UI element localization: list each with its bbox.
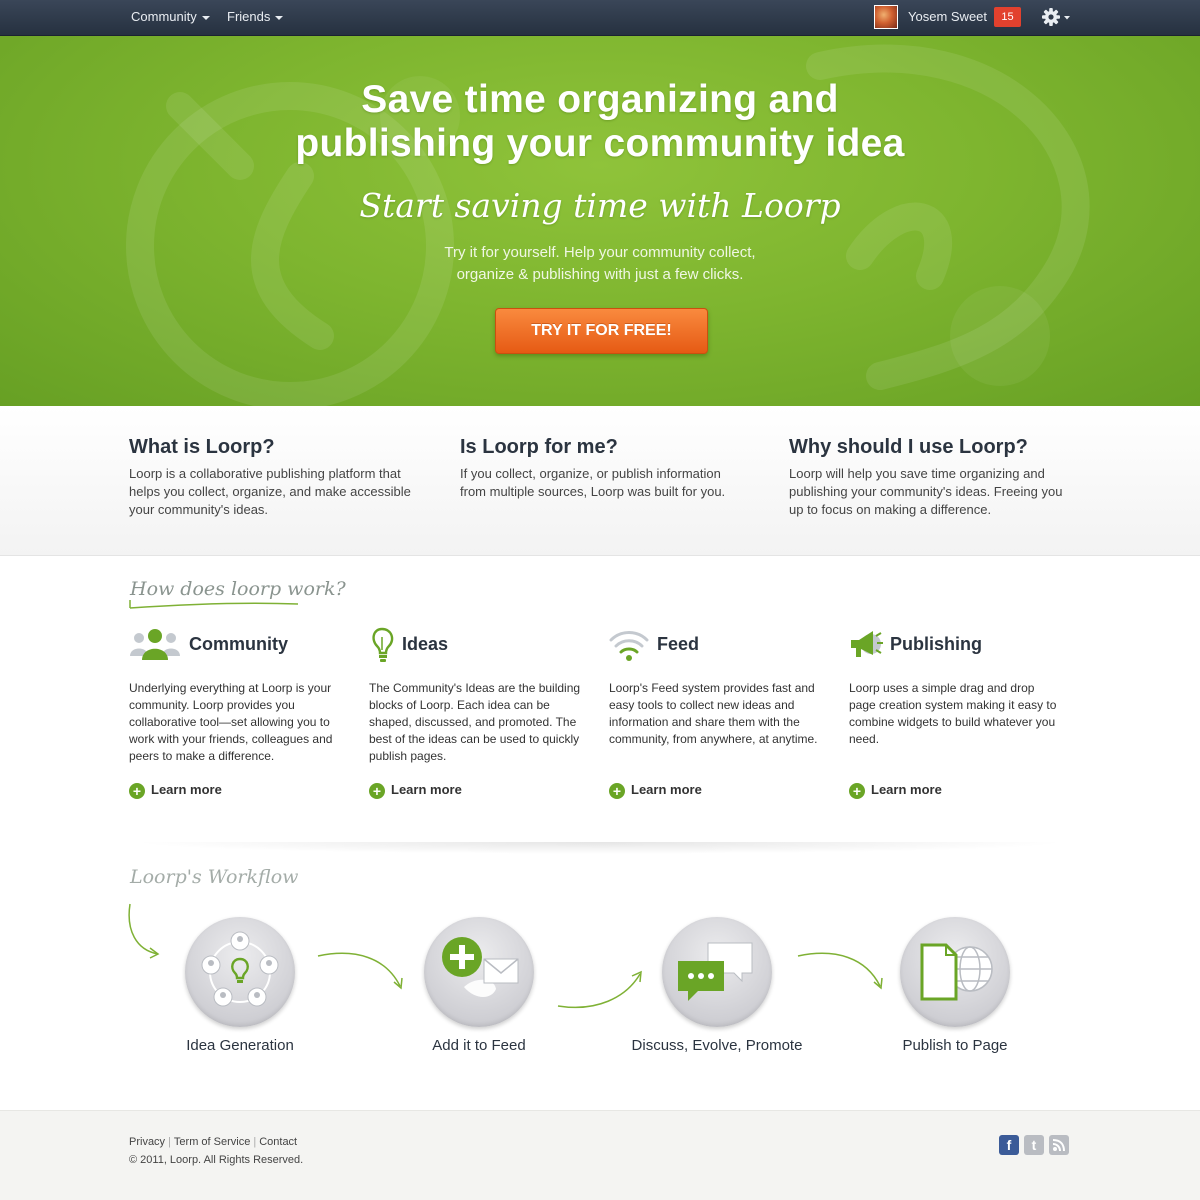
- info-text: Loorp is a collaborative publishing plat…: [129, 466, 411, 517]
- learn-more-label: Learn more: [631, 782, 702, 797]
- info-title: Is Loorp for me?: [460, 436, 618, 458]
- copyright-text: © 2011, Loorp. All Rights Reserved.: [129, 1154, 304, 1166]
- nav-menu-friends[interactable]: Friends: [227, 0, 284, 36]
- user-name[interactable]: Yosem Sweet: [908, 0, 987, 36]
- curved-arrow-icon: [128, 903, 160, 959]
- plus-icon: +: [609, 782, 625, 799]
- add-feed-icon: [442, 937, 519, 997]
- nav-menu-label: Community: [131, 9, 197, 24]
- feature-title: Community: [189, 634, 288, 654]
- workflow-step-label: Idea Generation: [186, 1037, 294, 1054]
- notification-badge[interactable]: 15: [994, 7, 1021, 27]
- footer: Privacy | Term of Service | Contact © 2011, …: [0, 1110, 1200, 1200]
- try-it-free-button[interactable]: TRY IT FOR FREE!: [495, 308, 708, 354]
- nav-menu-label: Friends: [227, 9, 271, 24]
- curved-arrow-icon: [557, 970, 642, 1009]
- info-title: What is Loorp?: [129, 436, 275, 458]
- feature-description: Loorp uses a simple drag and drop page c…: [849, 681, 1057, 746]
- learn-more-link[interactable]: + Learn more: [849, 782, 942, 800]
- rss-icon[interactable]: [1049, 1135, 1069, 1155]
- nav-menu-community[interactable]: Community: [131, 0, 210, 36]
- workflow-title: Loorp's Workflow: [130, 866, 299, 888]
- feature-description: The Community's Ideas are the building b…: [369, 681, 581, 763]
- how-section-title: How does loorp work?: [130, 578, 346, 600]
- plus-icon: +: [849, 782, 865, 799]
- section-divider: [130, 842, 1070, 854]
- footer-link-contact[interactable]: Contact: [259, 1136, 297, 1148]
- learn-more-label: Learn more: [871, 782, 942, 797]
- hero-tagline: Start saving time with Loorp: [359, 186, 841, 225]
- idea-network-icon: [201, 931, 279, 1007]
- info-column-what: What is Loorp? Loorp is a collaborative …: [129, 436, 419, 519]
- workflow-step-label: Discuss, Evolve, Promote: [631, 1037, 803, 1054]
- hero-title: Save time organizing and publishing your…: [0, 78, 1200, 166]
- footer-link-terms[interactable]: Term of Service: [174, 1136, 250, 1148]
- twitter-icon[interactable]: t: [1024, 1135, 1044, 1155]
- hero-description-line: Try it for yourself. Help your community…: [444, 244, 756, 261]
- workflow-step-circle: [662, 917, 772, 1027]
- info-section: What is Loorp? Loorp is a collaborative …: [0, 406, 1200, 556]
- info-text: If you collect, organize, or publish inf…: [460, 466, 726, 499]
- top-navigation-bar: Community Friends Yosem Sweet 15: [0, 0, 1200, 36]
- wifi-icon: [609, 631, 649, 661]
- feature-title: Feed: [657, 634, 700, 654]
- curved-arrow-icon: [317, 952, 403, 990]
- hero-banner: Save time organizing and publishing your…: [0, 36, 1200, 406]
- learn-more-link[interactable]: + Learn more: [609, 782, 702, 800]
- workflow-step-circle: [185, 917, 295, 1027]
- chat-bubbles-icon: [678, 942, 753, 1001]
- info-column-for-me: Is Loorp for me? If you collect, organiz…: [460, 436, 750, 501]
- rss-glyph-icon: [1052, 1139, 1065, 1152]
- hero-title-line: publishing your community idea: [295, 122, 905, 165]
- workflow-step-label: Add it to Feed: [432, 1037, 526, 1054]
- feature-description: Loorp's Feed system provides fast and ea…: [609, 681, 818, 746]
- settings-menu[interactable]: [1040, 6, 1072, 30]
- info-column-why: Why should I use Loorp? Loorp will help …: [789, 436, 1079, 519]
- gear-icon: [1042, 8, 1070, 26]
- footer-link-privacy[interactable]: Privacy: [129, 1136, 165, 1148]
- workflow-step-label: Publish to Page: [902, 1037, 1008, 1054]
- chevron-down-icon: [201, 15, 210, 20]
- feature-title: Publishing: [890, 634, 982, 654]
- learn-more-link[interactable]: + Learn more: [369, 782, 462, 800]
- page-globe-icon: [920, 943, 993, 1001]
- learn-more-label: Learn more: [391, 782, 462, 797]
- learn-more-link[interactable]: + Learn more: [129, 782, 222, 800]
- info-text: Loorp will help you save time organizing…: [789, 466, 1063, 517]
- chevron-down-icon: [275, 15, 284, 20]
- plus-icon: +: [369, 782, 385, 799]
- hero-description: Try it for yourself. Help your community…: [0, 242, 1200, 286]
- footer-links: Privacy | Term of Service | Contact: [129, 1136, 297, 1148]
- facebook-icon[interactable]: f: [999, 1135, 1019, 1155]
- footer-separator: |: [253, 1136, 257, 1148]
- hero-description-line: organize & publishing with just a few cl…: [456, 266, 744, 283]
- plus-icon: +: [129, 782, 145, 799]
- avatar[interactable]: [874, 5, 898, 29]
- workflow-step-circle: [900, 917, 1010, 1027]
- learn-more-label: Learn more: [151, 782, 222, 797]
- curved-arrow-icon: [797, 952, 883, 990]
- hero-title-line: Save time organizing and: [361, 78, 839, 121]
- feature-title: Ideas: [402, 634, 449, 654]
- feature-description: Underlying everything at Loorp is your c…: [129, 681, 333, 763]
- people-icon: [130, 629, 180, 660]
- info-title: Why should I use Loorp?: [789, 436, 1028, 458]
- handwritten-underline-icon: [129, 600, 299, 609]
- footer-separator: |: [168, 1136, 171, 1148]
- workflow-step-circle: [424, 917, 534, 1027]
